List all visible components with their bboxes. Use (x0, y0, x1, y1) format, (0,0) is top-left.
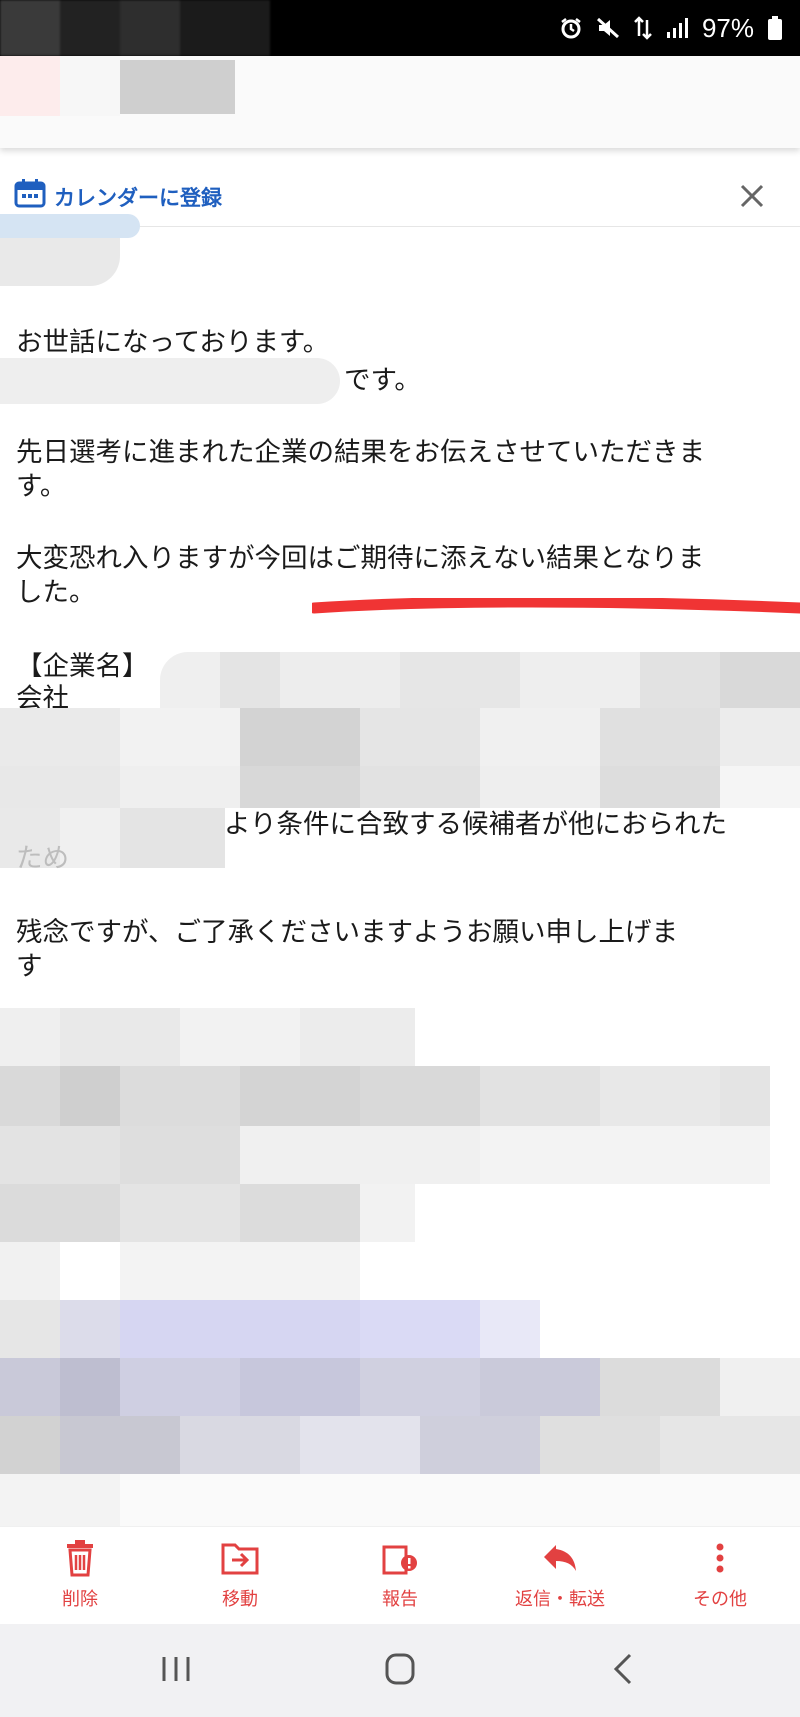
redacted-area (0, 214, 140, 238)
move-button[interactable]: 移動 (180, 1527, 300, 1625)
more-label: その他 (693, 1589, 747, 1610)
redacted-pixel-block (0, 766, 800, 808)
more-vertical-icon (716, 1543, 724, 1573)
redacted-pixel-block (0, 708, 800, 766)
email-line: 先日選考に進まれた企業の結果をお伝えさせていただきま (16, 437, 705, 468)
red-underline-annotation (312, 598, 800, 614)
trash-icon (67, 1540, 93, 1577)
recent-apps-icon[interactable] (146, 1644, 206, 1694)
email-line: より条件に合致する候補者が他におられた (224, 809, 727, 840)
reply-forward-button[interactable]: 返信・転送 (500, 1527, 620, 1625)
move-label: 移動 (222, 1589, 258, 1610)
email-line: す。 (16, 471, 67, 502)
close-icon[interactable] (732, 176, 772, 216)
email-line: 大変恐れ入りますが今回はご期待に添えない結果となりま (16, 543, 705, 574)
redacted-pixel-block (0, 1126, 770, 1184)
back-icon[interactable] (594, 1644, 654, 1694)
reply-forward-label: 返信・転送 (515, 1589, 605, 1610)
redacted-pixel-block (0, 1474, 800, 1526)
header-redacted (120, 60, 235, 114)
battery-percent: 97% (701, 12, 754, 43)
email-line: 残念ですが、ご了承くださいますようお願い申し上げま (16, 917, 678, 948)
redacted-area (0, 358, 340, 404)
move-folder-icon (221, 1543, 259, 1575)
report-icon (382, 1545, 417, 1575)
header-redacted (0, 56, 60, 116)
report-button[interactable]: 報告 (340, 1527, 460, 1625)
email-line: ため (16, 843, 69, 874)
system-nav-bar (0, 1624, 800, 1717)
redacted-pixel-block (0, 1416, 800, 1474)
calendar-register-label[interactable]: カレンダーに登録 (54, 182, 222, 212)
mail-header (0, 56, 800, 148)
mute-icon (596, 17, 620, 39)
reply-icon (544, 1545, 576, 1571)
delete-label: 削除 (62, 1589, 98, 1610)
redacted-pixel-block (0, 1300, 800, 1358)
delete-button[interactable]: 削除 (20, 1527, 140, 1625)
redacted-pixel-block (0, 1242, 360, 1300)
status-bar-redacted (0, 0, 270, 56)
redacted-pixel-block (0, 1184, 415, 1242)
alarm-icon (560, 17, 582, 39)
home-icon[interactable] (370, 1644, 430, 1694)
status-bar: 97% (0, 0, 800, 56)
redacted-pixel-block (0, 1358, 800, 1416)
more-button[interactable]: その他 (660, 1527, 780, 1625)
email-line: す (16, 951, 43, 982)
report-label: 報告 (382, 1589, 418, 1610)
email-line: お世話になっております。 (16, 327, 330, 358)
header-redacted (60, 56, 120, 116)
email-line: です。 (344, 365, 421, 396)
redacted-pixel-block (0, 1066, 770, 1126)
signal-icon (666, 17, 688, 39)
mail-action-toolbar: 削除 移動 報告 返信・転送 その他 (0, 1526, 800, 1625)
battery-icon (768, 16, 782, 40)
data-icon (634, 16, 652, 40)
email-body: お世話になっております。 です。 先日選考に進まれた企業の結果をお伝えさせていた… (0, 214, 800, 1526)
redacted-pixel-block (160, 652, 800, 708)
calendar-icon (14, 178, 46, 212)
redacted-pixel-block (0, 1008, 415, 1066)
status-icons: 97% (560, 10, 782, 46)
